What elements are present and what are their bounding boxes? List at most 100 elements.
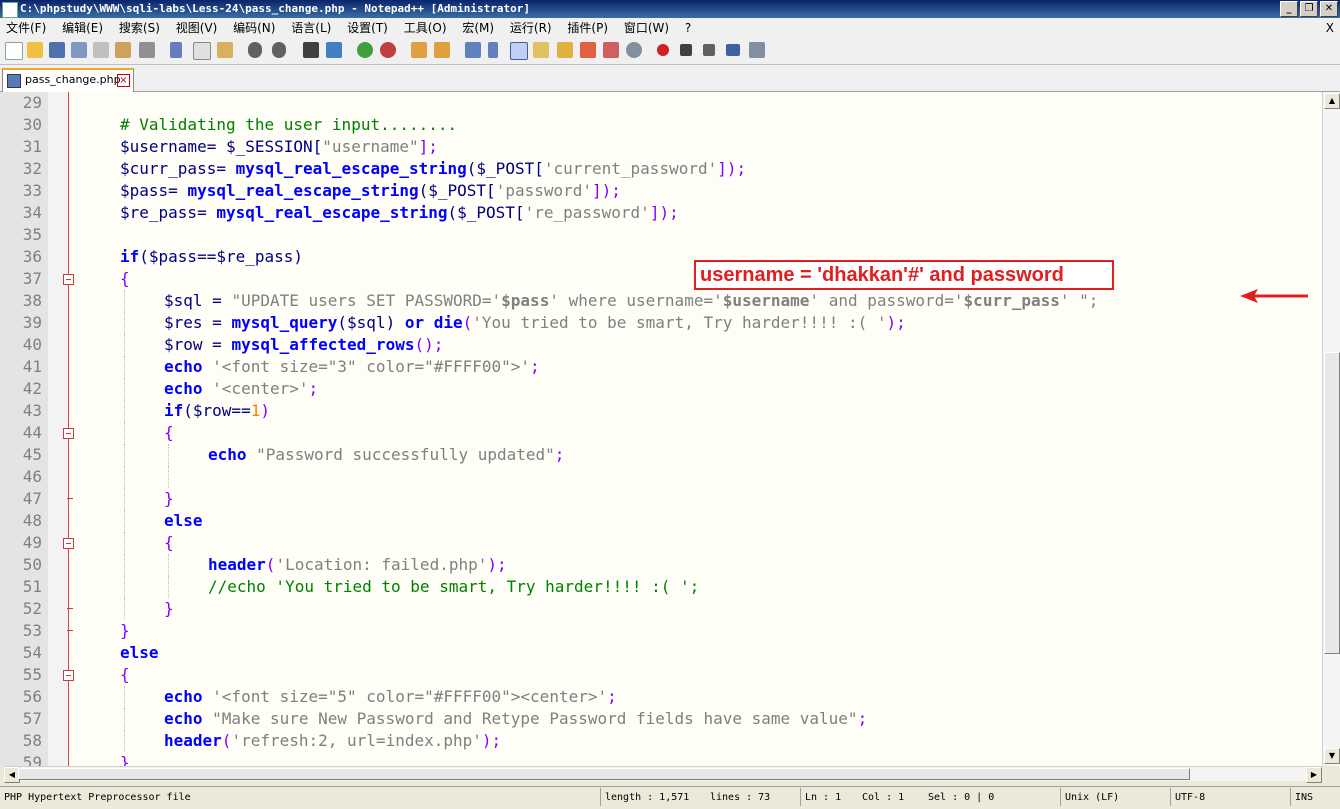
code-function: mysql_real_escape_string: [216, 203, 448, 222]
indent-guide: [124, 488, 125, 510]
close-button[interactable]: ✕: [1320, 1, 1338, 17]
close-all-icon[interactable]: [115, 42, 131, 58]
close-file-icon[interactable]: [93, 42, 109, 58]
annotation-arrow-icon: [1240, 289, 1308, 303]
code-line: 49 {: [0, 532, 1322, 554]
menu-edit[interactable]: 编辑(E): [56, 18, 109, 38]
menu-plugins[interactable]: 插件(P): [561, 18, 614, 38]
save-macro-icon[interactable]: [749, 42, 765, 58]
scroll-right-icon[interactable]: ▶: [1306, 767, 1322, 783]
code-token: ]);: [649, 203, 679, 222]
document-map-icon[interactable]: [557, 42, 573, 58]
show-all-characters-icon[interactable]: [488, 42, 498, 58]
line-number: 34: [22, 203, 42, 222]
code-line: 58 header('refresh:2, url=index.php');: [0, 730, 1322, 752]
code-function: mysql_real_escape_string: [187, 181, 419, 200]
code-function: mysql_query: [231, 313, 338, 332]
vertical-scrollbar[interactable]: ▲ ▼: [1322, 92, 1340, 766]
monitoring-icon[interactable]: [626, 42, 642, 58]
code-keyword: echo: [208, 445, 247, 464]
maximize-button[interactable]: ❐: [1300, 1, 1318, 17]
function-list-icon[interactable]: [580, 42, 596, 58]
notepad-app-icon: [2, 2, 18, 18]
menu-file[interactable]: 文件(F): [0, 18, 52, 38]
fold-toggle-icon[interactable]: [63, 428, 74, 439]
code-token: ;: [554, 445, 565, 464]
user-language-icon[interactable]: [533, 42, 549, 58]
code-string: ' ";: [1059, 291, 1099, 310]
code-line: 44 {: [0, 422, 1322, 444]
menu-run[interactable]: 运行(R): [504, 18, 558, 38]
code-token: ($row==: [183, 401, 251, 420]
vertical-scroll-thumb[interactable]: [1324, 352, 1340, 654]
indent-guide: [124, 466, 125, 488]
code-string: 'current_password': [543, 159, 718, 178]
scroll-up-icon[interactable]: ▲: [1324, 93, 1340, 109]
save-icon[interactable]: [49, 42, 65, 58]
print-icon[interactable]: [139, 42, 155, 58]
code-line: 57 echo "Make sure New Password and Rety…: [0, 708, 1322, 730]
line-number: 30: [22, 115, 42, 134]
fold-toggle-icon[interactable]: [63, 538, 74, 549]
code-editor[interactable]: 29 30 # Validating the user input.......…: [0, 92, 1322, 766]
menu-help[interactable]: ?: [679, 18, 697, 38]
sync-vertical-icon[interactable]: [411, 42, 427, 58]
line-number: 36: [22, 247, 42, 266]
code-token: $username= $_SESSION[: [120, 137, 323, 156]
zoom-out-icon[interactable]: [380, 42, 396, 58]
paste-icon[interactable]: [217, 42, 233, 58]
line-number: 44: [22, 423, 42, 442]
record-macro-icon[interactable]: [657, 44, 669, 56]
word-wrap-icon[interactable]: [465, 42, 481, 58]
menu-settings[interactable]: 设置(T): [341, 18, 394, 38]
replace-icon[interactable]: [326, 42, 342, 58]
menu-window[interactable]: 窗口(W): [618, 18, 675, 38]
line-number: 49: [22, 533, 42, 552]
cut-icon[interactable]: [170, 42, 182, 58]
indent-guide: [124, 730, 125, 752]
menu-search[interactable]: 搜索(S): [113, 18, 166, 38]
stop-macro-icon[interactable]: [680, 44, 692, 56]
find-icon[interactable]: [303, 42, 319, 58]
tab-close-icon[interactable]: ×: [117, 74, 130, 87]
sync-horizontal-icon[interactable]: [434, 42, 450, 58]
fold-toggle-icon[interactable]: [63, 274, 74, 285]
fold-toggle-icon[interactable]: [63, 670, 74, 681]
scroll-down-icon[interactable]: ▼: [1324, 748, 1340, 764]
window-title: C:\phpstudy\WWW\sqli-labs\Less-24\pass_c…: [20, 2, 530, 15]
code-line: 56 echo '<font size="5" color="#FFFF00">…: [0, 686, 1322, 708]
horizontal-scroll-thumb[interactable]: [18, 768, 1190, 780]
tab-pass-change-php[interactable]: pass_change.php ×: [2, 68, 134, 92]
menu-language[interactable]: 语言(L): [285, 18, 337, 38]
open-file-icon[interactable]: [27, 42, 43, 58]
undo-icon[interactable]: [248, 42, 262, 58]
save-all-icon[interactable]: [71, 42, 87, 58]
code-token: ]);: [717, 159, 747, 178]
copy-icon[interactable]: [193, 42, 211, 60]
menu-encoding[interactable]: 编码(N): [227, 18, 281, 38]
menu-macro[interactable]: 宏(M): [456, 18, 500, 38]
folder-workspace-icon[interactable]: [603, 42, 619, 58]
redo-icon[interactable]: [272, 42, 286, 58]
minimize-button[interactable]: _: [1280, 1, 1298, 17]
menu-close-document-button[interactable]: X: [1326, 18, 1334, 38]
zoom-in-icon[interactable]: [357, 42, 373, 58]
indent-guide-icon[interactable]: [510, 42, 528, 60]
play-multiple-icon[interactable]: [726, 44, 740, 56]
status-file-type: PHP Hypertext Preprocessor file: [4, 792, 191, 803]
code-string: "Make sure New Password and Retype Passw…: [202, 709, 858, 728]
code-token: $res =: [164, 313, 232, 332]
status-lines: lines : 73: [710, 792, 771, 803]
play-macro-icon[interactable]: [703, 44, 715, 56]
code-comment: # Validating the user input........: [120, 115, 458, 134]
status-bar: PHP Hypertext Preprocessor file length :…: [0, 786, 1340, 809]
menu-tools[interactable]: 工具(O): [398, 18, 453, 38]
tab-bar: pass_change.php ×: [0, 65, 1340, 92]
code-token: ($sql): [337, 313, 405, 332]
code-token: ;: [308, 379, 319, 398]
new-file-icon[interactable]: [5, 42, 23, 60]
menu-view[interactable]: 视图(V): [170, 18, 224, 38]
line-number: 38: [22, 291, 42, 310]
line-number: 52: [22, 599, 42, 618]
horizontal-scrollbar[interactable]: ◀ ▶: [4, 766, 1322, 783]
